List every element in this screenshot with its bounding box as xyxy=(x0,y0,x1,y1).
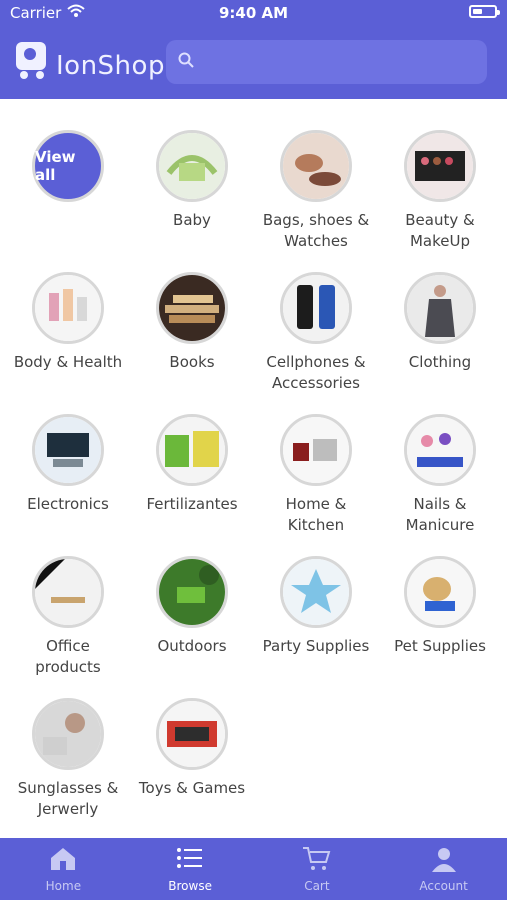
category-office[interactable]: Office products xyxy=(6,544,130,686)
view-all-button[interactable]: View all xyxy=(32,130,104,202)
category-label: Beauty & MakeUp xyxy=(405,211,475,250)
category-label: Office products xyxy=(35,637,101,676)
clothing-image[interactable] xyxy=(404,272,476,344)
category-label: Electronics xyxy=(27,495,109,513)
search-bar[interactable] xyxy=(166,40,487,84)
tab-label: Home xyxy=(45,878,82,893)
category-sunglasses[interactable]: Sunglasses & Jerwerly xyxy=(6,686,130,828)
battery-icon xyxy=(469,5,500,18)
category-pet[interactable]: Pet Supplies xyxy=(378,544,502,686)
list-icon xyxy=(176,846,204,875)
tab-label: Account xyxy=(419,878,468,893)
category-electronics[interactable]: Electronics xyxy=(6,402,130,544)
category-label: Nails & Manicure xyxy=(405,495,475,534)
category-label: Toys & Games xyxy=(138,779,246,797)
nails-image[interactable] xyxy=(404,414,476,486)
tab-home[interactable]: Home xyxy=(0,838,127,900)
category-label: Outdoors xyxy=(157,637,227,655)
category-label: Books xyxy=(169,353,215,371)
category-label: Cellphones & Accessories xyxy=(266,353,366,392)
category-label: Bags, shoes & Watches xyxy=(262,211,370,250)
books-image[interactable] xyxy=(156,272,228,344)
body-health-image[interactable] xyxy=(32,272,104,344)
toys-image[interactable] xyxy=(156,698,228,770)
party-image[interactable] xyxy=(280,556,352,628)
category-label: Sunglasses & Jerwerly xyxy=(17,779,119,818)
tab-label: Browse xyxy=(168,878,212,893)
tab-cart[interactable]: Cart xyxy=(254,838,381,900)
category-label: Body & Health xyxy=(13,353,123,371)
cart-icon xyxy=(302,846,332,875)
tab-browse[interactable]: Browse xyxy=(127,838,254,900)
search-input[interactable] xyxy=(200,52,464,72)
category-label: Pet Supplies xyxy=(394,637,486,655)
category-grid: View all Baby Bags, shoes & Watches Beau… xyxy=(6,118,506,828)
category-fertilizantes[interactable]: Fertilizantes xyxy=(130,402,254,544)
search-icon xyxy=(178,52,194,72)
outdoors-image[interactable] xyxy=(156,556,228,628)
home-icon xyxy=(49,846,77,875)
fertilizer-image[interactable] xyxy=(156,414,228,486)
category-outdoors[interactable]: Outdoors xyxy=(130,544,254,686)
category-baby[interactable]: Baby xyxy=(130,118,254,260)
kitchen-image[interactable] xyxy=(280,414,352,486)
bags-image[interactable] xyxy=(280,130,352,202)
pet-image[interactable] xyxy=(404,556,476,628)
category-body-health[interactable]: Body & Health xyxy=(6,260,130,402)
category-beauty[interactable]: Beauty & MakeUp xyxy=(378,118,502,260)
category-label: Party Supplies xyxy=(262,637,370,655)
status-time: 9:40 AM xyxy=(218,4,289,22)
bottom-tab-bar: Home Browse Cart Account xyxy=(0,838,507,900)
brand[interactable]: IonShop xyxy=(14,40,165,84)
category-cellphones[interactable]: Cellphones & Accessories xyxy=(254,260,378,402)
status-bar: Carrier 9:40 AM xyxy=(0,0,507,28)
category-toys[interactable]: Toys & Games xyxy=(130,686,254,828)
tab-account[interactable]: Account xyxy=(380,838,507,900)
category-label: Clothing xyxy=(408,353,472,371)
shop-logo-icon xyxy=(14,40,48,84)
electronics-image[interactable] xyxy=(32,414,104,486)
category-home-kitchen[interactable]: Home & Kitchen xyxy=(254,402,378,544)
sunglasses-image[interactable] xyxy=(32,698,104,770)
user-icon xyxy=(430,846,458,875)
category-clothing[interactable]: Clothing xyxy=(378,260,502,402)
makeup-image[interactable] xyxy=(404,130,476,202)
category-bags[interactable]: Bags, shoes & Watches xyxy=(254,118,378,260)
baby-product-image[interactable] xyxy=(156,130,228,202)
category-label: Baby xyxy=(173,211,211,229)
phones-image[interactable] xyxy=(280,272,352,344)
category-party[interactable]: Party Supplies xyxy=(254,544,378,686)
app-header: Carrier 9:40 AM IonShop xyxy=(0,0,507,99)
brand-name: IonShop xyxy=(56,50,165,81)
category-label: Home & Kitchen xyxy=(285,495,347,534)
category-nails[interactable]: Nails & Manicure xyxy=(378,402,502,544)
category-books[interactable]: Books xyxy=(130,260,254,402)
category-view-all[interactable]: View all xyxy=(6,118,130,260)
category-label: Fertilizantes xyxy=(146,495,238,513)
tab-label: Cart xyxy=(304,878,330,893)
view-all-label: View all xyxy=(35,148,76,184)
office-image[interactable] xyxy=(32,556,104,628)
